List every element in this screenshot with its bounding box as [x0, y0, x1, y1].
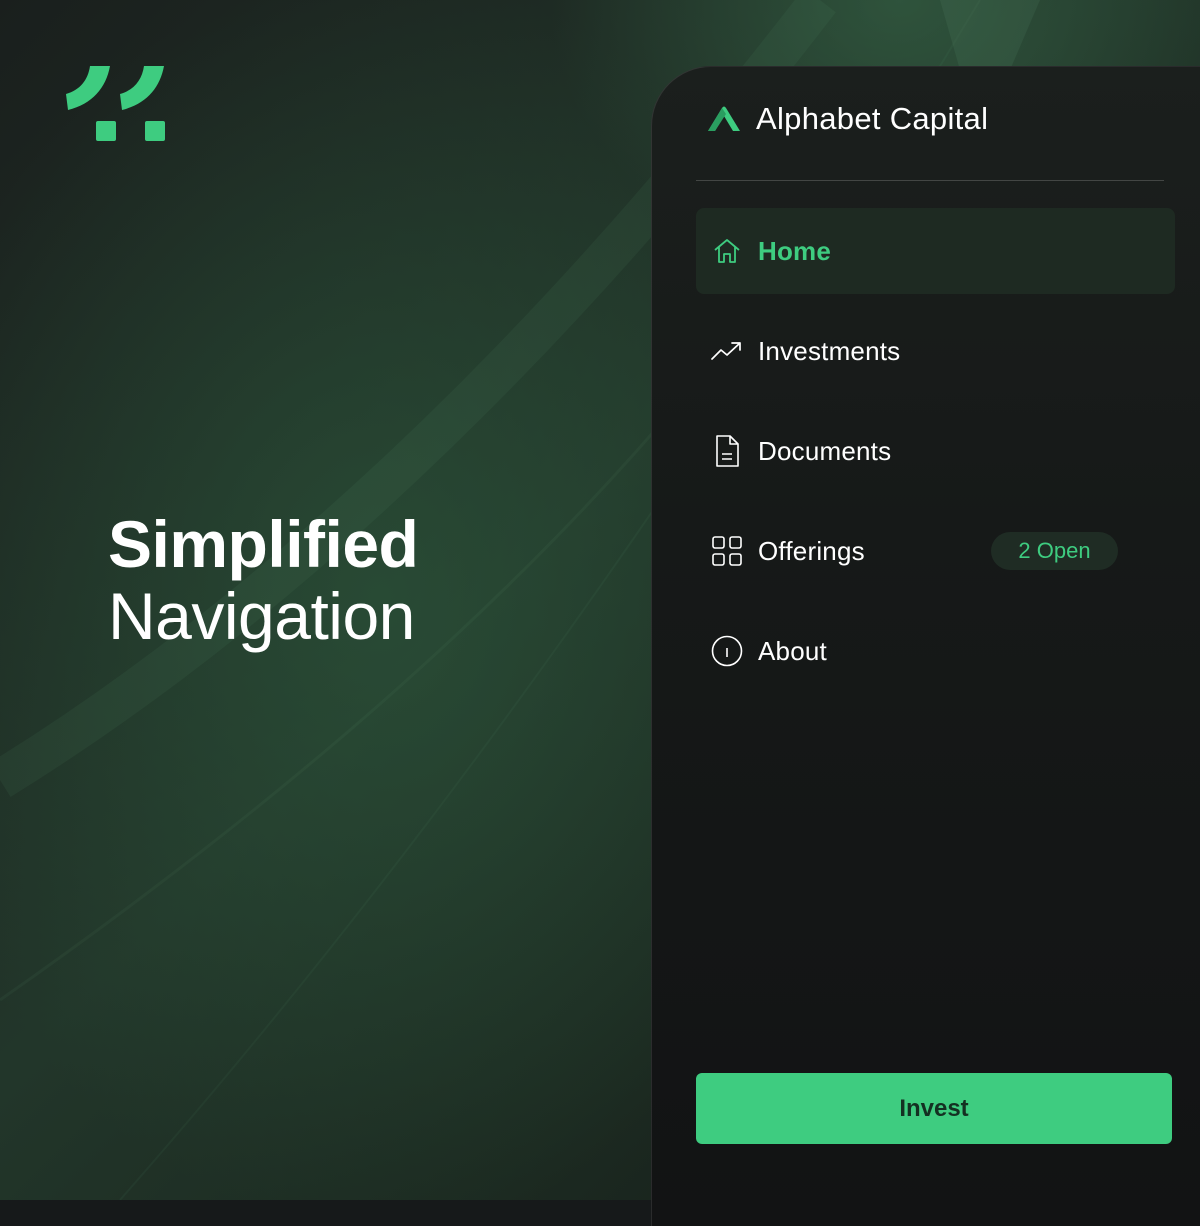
home-icon: [710, 234, 744, 268]
grid-icon: [710, 534, 744, 568]
hero-heading: Simplified Navigation: [108, 507, 419, 653]
nav-label-about: About: [758, 635, 827, 666]
divider: [696, 180, 1164, 181]
document-icon: [710, 434, 744, 468]
a-chevron-logo-icon: [708, 106, 740, 131]
app-header: Alphabet Capital: [704, 101, 988, 137]
info-icon: [710, 634, 744, 668]
trending-up-icon: [710, 334, 744, 368]
nav-item-investments[interactable]: Investments: [696, 308, 1175, 394]
hero-line-bold: Simplified: [108, 507, 419, 581]
invest-button[interactable]: Invest: [696, 1073, 1172, 1144]
navigation-panel: Alphabet Capital Home Investments Docume…: [651, 66, 1200, 1226]
nav-item-offerings[interactable]: Offerings 2 Open: [696, 508, 1175, 594]
hero-line-regular: Navigation: [108, 579, 415, 653]
nav-item-documents[interactable]: Documents: [696, 408, 1175, 494]
offerings-count-badge: 2 Open: [991, 532, 1118, 570]
app-title: Alphabet Capital: [756, 101, 989, 136]
nav-item-about[interactable]: About: [696, 608, 1175, 694]
brand-quote-mark-icon: [66, 66, 165, 141]
nav-label-investments: Investments: [758, 335, 901, 366]
nav-label-offerings: Offerings: [758, 535, 865, 566]
nav-label-home: Home: [758, 235, 832, 266]
nav-label-documents: Documents: [758, 435, 892, 466]
nav-item-home[interactable]: Home: [696, 208, 1175, 294]
